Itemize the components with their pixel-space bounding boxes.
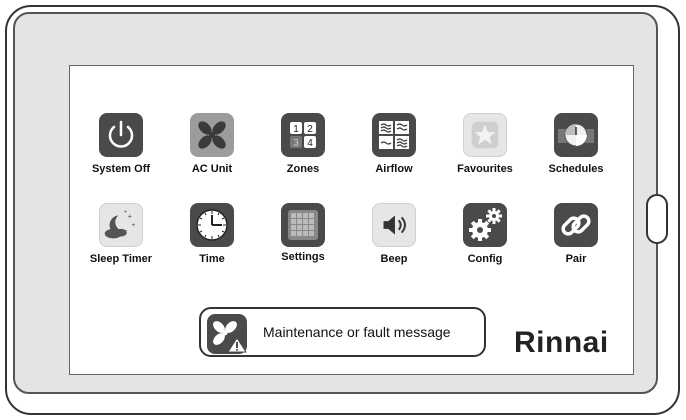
fan-icon bbox=[190, 113, 234, 157]
tile-label: Beep bbox=[380, 253, 408, 265]
tile-label: Config bbox=[467, 253, 503, 265]
link-icon bbox=[554, 203, 598, 247]
fault-message-banner[interactable]: Maintenance or fault message bbox=[199, 307, 486, 357]
brand-logo: Rinnai bbox=[514, 326, 609, 359]
zone-number-3: 3 bbox=[293, 138, 299, 149]
home-button[interactable] bbox=[646, 194, 668, 244]
svg-text:+: + bbox=[132, 222, 136, 229]
svg-text:+: + bbox=[128, 211, 133, 220]
tile-label: Pair bbox=[565, 253, 587, 265]
clock-icon bbox=[190, 203, 234, 247]
tile-label: AC Unit bbox=[191, 163, 233, 175]
power-icon bbox=[99, 113, 143, 157]
zones-button[interactable]: 1 2 3 4 Zones bbox=[267, 113, 339, 191]
zone-number-4: 4 bbox=[307, 138, 313, 149]
zone-number-2: 2 bbox=[307, 124, 313, 135]
pair-button[interactable]: Pair bbox=[540, 203, 612, 281]
favourites-button[interactable]: Favourites bbox=[449, 113, 521, 191]
tile-label: Settings bbox=[281, 251, 325, 263]
time-button[interactable]: Time bbox=[176, 203, 248, 281]
gears-icon bbox=[463, 203, 507, 247]
fault-message-text: Maintenance or fault message bbox=[263, 324, 451, 340]
system-off-button[interactable]: System Off bbox=[85, 113, 157, 191]
tile-label: Time bbox=[199, 253, 225, 265]
beep-button[interactable]: Beep bbox=[358, 203, 430, 281]
config-button[interactable]: Config bbox=[449, 203, 521, 281]
ac-unit-button[interactable]: AC Unit bbox=[176, 113, 248, 191]
grid-icon bbox=[281, 203, 325, 247]
tile-label: Zones bbox=[286, 163, 320, 175]
tile-label: System Off bbox=[91, 163, 151, 175]
tile-label: Sleep Timer bbox=[89, 253, 153, 265]
tile-label: Favourites bbox=[457, 163, 513, 175]
moon-icon: + + + bbox=[99, 203, 143, 247]
airflow-icon bbox=[372, 113, 416, 157]
tile-label: Schedules bbox=[548, 163, 604, 175]
airflow-button[interactable]: Airflow bbox=[358, 113, 430, 191]
sleep-timer-button[interactable]: + + + Sleep Timer bbox=[85, 203, 157, 281]
speaker-icon bbox=[372, 203, 416, 247]
zone-number-1: 1 bbox=[293, 124, 299, 135]
schedules-clock-icon bbox=[554, 113, 598, 157]
fan-warning-icon bbox=[207, 314, 247, 354]
schedules-button[interactable]: Schedules bbox=[540, 113, 612, 191]
settings-button[interactable]: Settings bbox=[267, 203, 339, 281]
tile-label: Airflow bbox=[375, 163, 413, 175]
star-icon bbox=[463, 113, 507, 157]
zones-icon: 1 2 3 4 bbox=[281, 113, 325, 157]
